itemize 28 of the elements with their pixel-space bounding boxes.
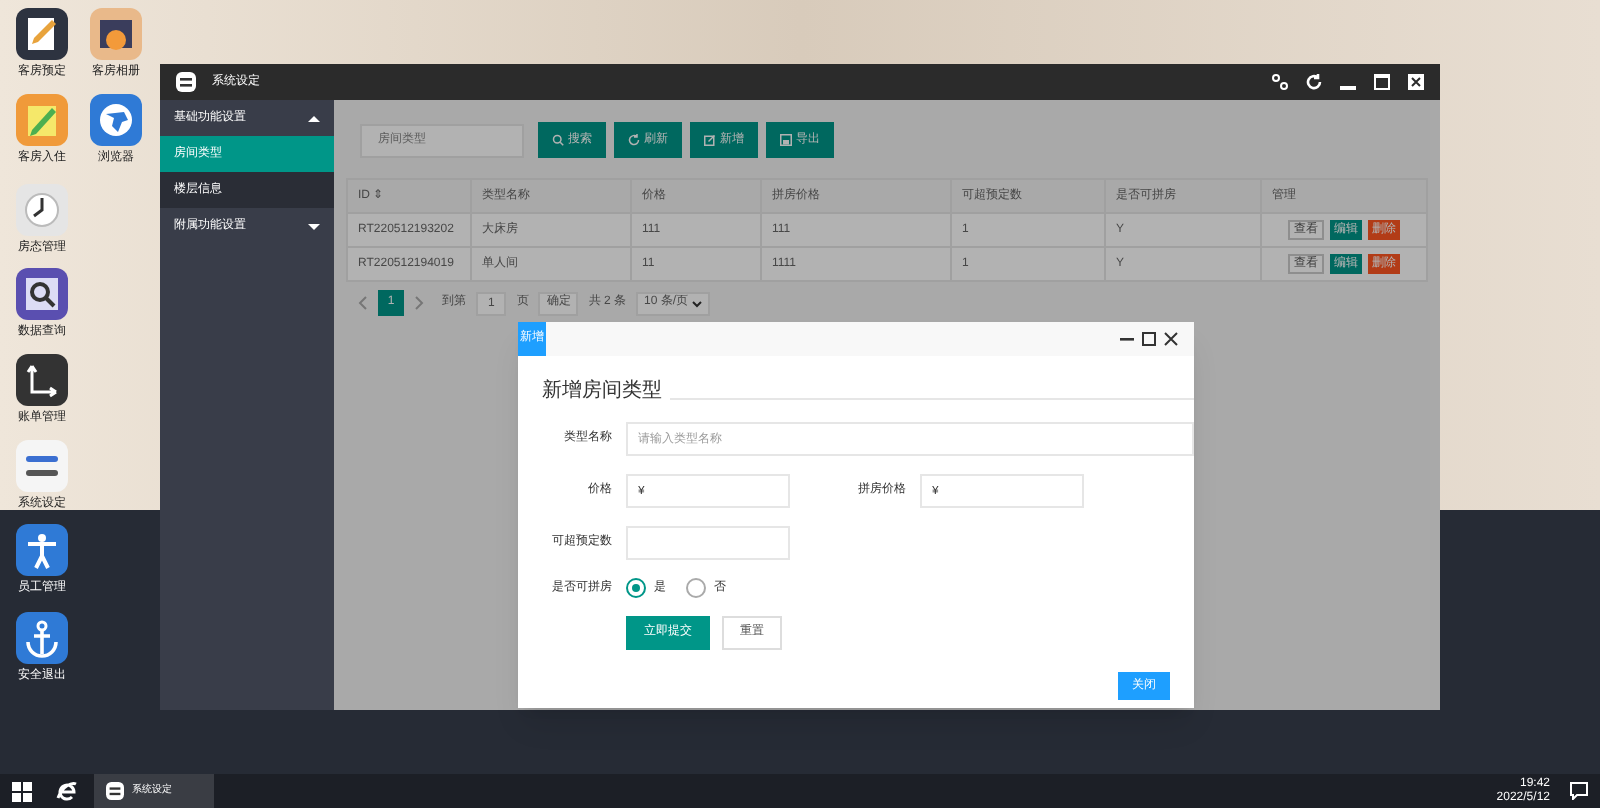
notification-icon[interactable] — [1570, 782, 1588, 800]
input-field[interactable] — [626, 526, 790, 560]
edit-icon — [704, 134, 716, 146]
caret-icon — [308, 115, 320, 121]
anchor-icon[interactable] — [16, 612, 68, 664]
globe-icon[interactable] — [90, 94, 142, 146]
toggles-icon[interactable] — [16, 440, 68, 492]
person-icon[interactable] — [16, 524, 68, 576]
photo-icon[interactable] — [90, 8, 142, 60]
browser-icon[interactable] — [56, 780, 78, 802]
refresh-icon[interactable] — [1306, 74, 1322, 90]
clock-icon[interactable] — [16, 184, 68, 236]
search-icon — [552, 134, 564, 146]
app-icon — [176, 72, 196, 92]
form-legend: 新增房间类型 — [542, 376, 662, 406]
magnifier-icon[interactable] — [16, 268, 68, 320]
close-icon[interactable] — [1408, 74, 1424, 90]
notepad-icon[interactable] — [16, 8, 68, 60]
caret-icon — [692, 299, 703, 307]
save-icon — [780, 134, 792, 146]
windows-start-icon[interactable] — [12, 781, 32, 801]
app-icon — [106, 782, 124, 800]
refresh-icon — [628, 134, 640, 146]
caret-icon — [308, 223, 320, 229]
maximize-icon[interactable] — [1142, 332, 1156, 346]
close-icon[interactable] — [1164, 332, 1178, 346]
minimize-icon[interactable] — [1120, 332, 1134, 346]
axes-icon[interactable] — [16, 354, 68, 406]
